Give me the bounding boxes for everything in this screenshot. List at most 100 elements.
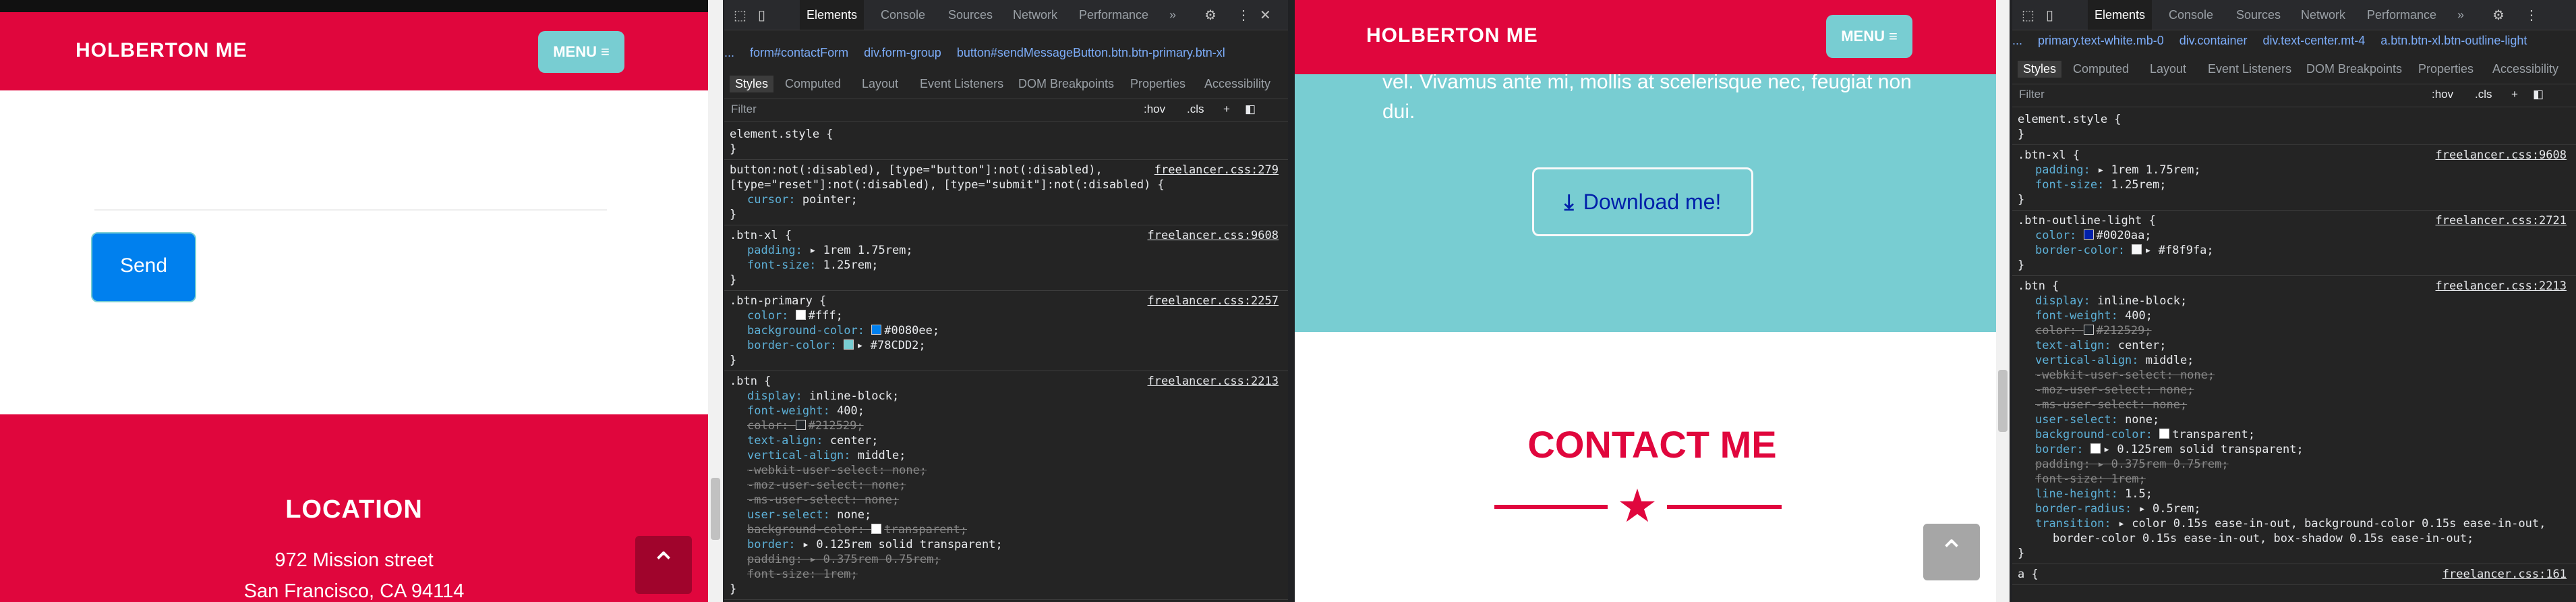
subtab-computed[interactable]: Computed (785, 77, 841, 91)
tab-sources[interactable]: Sources (948, 0, 993, 30)
more-tabs-icon[interactable]: » (2457, 0, 2464, 30)
subtab-event-listeners[interactable]: Event Listeners (2208, 62, 2291, 76)
css-rule[interactable]: .btn {freelancer.css:2213 display: inline… (724, 371, 1288, 600)
tab-console[interactable]: Console (881, 0, 925, 30)
scroll-to-top-button[interactable]: ⌃ (1923, 524, 1980, 580)
hover-state-toggle[interactable]: :hov (1144, 103, 1165, 116)
css-declaration[interactable]: font-size: 1rem; (730, 567, 1283, 582)
css-declaration[interactable]: font-size: 1.25rem; (2018, 177, 2571, 192)
css-declaration[interactable]: color: #212529; (2018, 323, 2571, 338)
css-declaration[interactable]: padding: ▸ 0.375rem 0.75rem; (2018, 457, 2571, 472)
subtab-event-listeners[interactable]: Event Listeners (920, 77, 1003, 91)
send-button[interactable]: Send (91, 232, 196, 302)
subtab-properties[interactable]: Properties (2418, 62, 2473, 76)
breadcrumb-item[interactable]: a.btn.btn-xl.btn-outline-light (2380, 34, 2527, 47)
css-declaration[interactable]: background-color: transparent; (730, 522, 1283, 537)
css-rule[interactable]: button:not(:disabled), [type="button"]:n… (724, 160, 1288, 225)
breadcrumb-item[interactable]: primary.text-white.mb-0 (2038, 34, 2164, 47)
brand-link[interactable]: HOLBERTON ME (76, 39, 247, 62)
css-declaration[interactable]: border-radius: ▸ 0.5rem; (2018, 501, 2571, 516)
css-declaration[interactable]: padding: ▸ 0.375rem 0.75rem; (730, 552, 1283, 567)
menu-button[interactable]: MENU ≡ (1826, 15, 1912, 58)
tab-elements[interactable]: Elements (800, 0, 865, 30)
kebab-menu-icon[interactable]: ⋮ (2525, 7, 2538, 24)
gear-icon[interactable]: ⚙ (2492, 7, 2505, 24)
color-swatch[interactable] (871, 524, 882, 534)
breadcrumb-item[interactable]: div.form-group (864, 46, 941, 59)
brand-link[interactable]: HOLBERTON ME (1366, 24, 1538, 47)
css-declaration[interactable]: -moz-user-select: none; (2018, 383, 2571, 398)
breadcrumb-item[interactable]: ... (724, 46, 734, 59)
color-swatch[interactable] (2090, 443, 2101, 454)
css-rule[interactable]: .btn-xl {freelancer.css:9608 padding: ▸ 1… (2012, 145, 2576, 211)
subtab-computed[interactable]: Computed (2073, 62, 2129, 76)
css-declaration[interactable]: border: ▸ 0.125rem solid transparent; (2018, 442, 2571, 457)
css-declaration[interactable]: font-weight: 400; (730, 404, 1283, 418)
css-source-link[interactable]: freelancer.css:2213 (2436, 279, 2567, 294)
subtab-styles[interactable]: Styles (2018, 61, 2062, 78)
add-rule-icon[interactable]: + (1223, 103, 1230, 116)
color-swatch[interactable] (2132, 244, 2142, 254)
subtab-accessibility[interactable]: Accessibility (1204, 77, 1270, 91)
toggle-sidebar-icon[interactable]: ◧ (1245, 103, 1256, 116)
tab-network[interactable]: Network (2301, 0, 2345, 30)
css-source-link[interactable]: freelancer.css:9608 (1148, 228, 1279, 243)
css-declaration[interactable]: background-color: #0080ee; (730, 323, 1283, 338)
breadcrumb-item[interactable]: div.text-center.mt-4 (2263, 34, 2366, 47)
css-declaration[interactable]: color: #212529; (730, 418, 1283, 433)
css-declaration[interactable]: display: inline-block; (2018, 294, 2571, 308)
css-declaration[interactable]: -ms-user-select: none; (730, 493, 1283, 508)
color-swatch[interactable] (795, 420, 806, 430)
tab-network[interactable]: Network (1013, 0, 1057, 30)
css-rule[interactable]: .btn-primary {freelancer.css:2257 color: … (724, 291, 1288, 371)
css-rule[interactable]: .btn-outline-light {freelancer.css:2721 c… (2012, 211, 2576, 276)
tab-console[interactable]: Console (2169, 0, 2213, 30)
scroll-to-top-button[interactable]: ⌃ (635, 536, 692, 594)
css-declaration[interactable]: -moz-user-select: none; (730, 478, 1283, 493)
css-rule[interactable]: .btn-xl {freelancer.css:9608 padding: ▸ 1… (724, 225, 1288, 291)
subtab-dom-breakpoints[interactable]: DOM Breakpoints (2306, 62, 2402, 76)
color-swatch[interactable] (871, 325, 882, 335)
toggle-sidebar-icon[interactable]: ◧ (2533, 88, 2544, 101)
css-declaration[interactable]: padding: ▸ 1rem 1.75rem; (2018, 163, 2571, 177)
device-toolbar-icon[interactable]: ▯ (2046, 7, 2053, 24)
tab-sources[interactable]: Sources (2236, 0, 2281, 30)
css-declaration[interactable]: background-color: transparent; (2018, 427, 2571, 442)
color-swatch[interactable] (2083, 325, 2094, 335)
css-declaration[interactable]: user-select: none; (730, 508, 1283, 522)
css-declaration[interactable]: cursor: pointer; (730, 192, 1283, 207)
class-toggle[interactable]: .cls (1187, 103, 1204, 116)
css-declaration[interactable]: -webkit-user-select: none; (2018, 368, 2571, 383)
left-page-scrollbar[interactable] (708, 0, 723, 602)
breadcrumb-item[interactable]: ... (2012, 34, 2022, 47)
css-declaration[interactable]: -ms-user-select: none; (2018, 398, 2571, 412)
css-declaration[interactable]: -webkit-user-select: none; (730, 463, 1283, 478)
scrollbar-thumb[interactable] (1998, 370, 2008, 432)
menu-button[interactable]: MENU ≡ (538, 31, 624, 73)
filter-input[interactable]: Filter (731, 103, 757, 116)
css-declaration[interactable]: border-color: ▸ #78CDD2; (730, 338, 1283, 353)
scrollbar-thumb[interactable] (711, 478, 720, 540)
css-declaration[interactable]: color: #fff; (730, 308, 1283, 323)
gear-icon[interactable]: ⚙ (1204, 7, 1217, 24)
kebab-menu-icon[interactable]: ⋮ (1237, 7, 1250, 24)
css-declaration[interactable]: padding: ▸ 1rem 1.75rem; (730, 243, 1283, 258)
css-source-link[interactable]: freelancer.css:9608 (2436, 148, 2567, 163)
css-declaration[interactable]: vertical-align: middle; (2018, 353, 2571, 368)
css-declaration[interactable]: font-size: 1.25rem; (730, 258, 1283, 273)
download-button[interactable]: ⤓ Download me! (1532, 167, 1753, 236)
css-declaration[interactable]: color: #0020aa; (2018, 228, 2571, 243)
css-declaration[interactable]: user-select: none; (2018, 412, 2571, 427)
css-declaration[interactable]: text-align: center; (730, 433, 1283, 448)
css-rule[interactable]: a {freelancer.css:161 (2012, 564, 2576, 585)
device-toolbar-icon[interactable]: ▯ (758, 7, 765, 24)
subtab-dom-breakpoints[interactable]: DOM Breakpoints (1018, 77, 1114, 91)
inspect-element-icon[interactable]: ⬚ (2022, 7, 2035, 24)
css-declaration[interactable]: transition: ▸ color 0.15s ease-in-out, b… (2018, 516, 2571, 531)
css-declaration[interactable]: font-weight: 400; (2018, 308, 2571, 323)
breadcrumb-item[interactable]: button#sendMessageButton.btn.btn-primary… (957, 46, 1225, 59)
css-rule[interactable]: element.style {} (2012, 109, 2576, 145)
subtab-accessibility[interactable]: Accessibility (2492, 62, 2558, 76)
close-icon[interactable]: ✕ (1260, 7, 1271, 24)
color-swatch[interactable] (2159, 429, 2170, 439)
